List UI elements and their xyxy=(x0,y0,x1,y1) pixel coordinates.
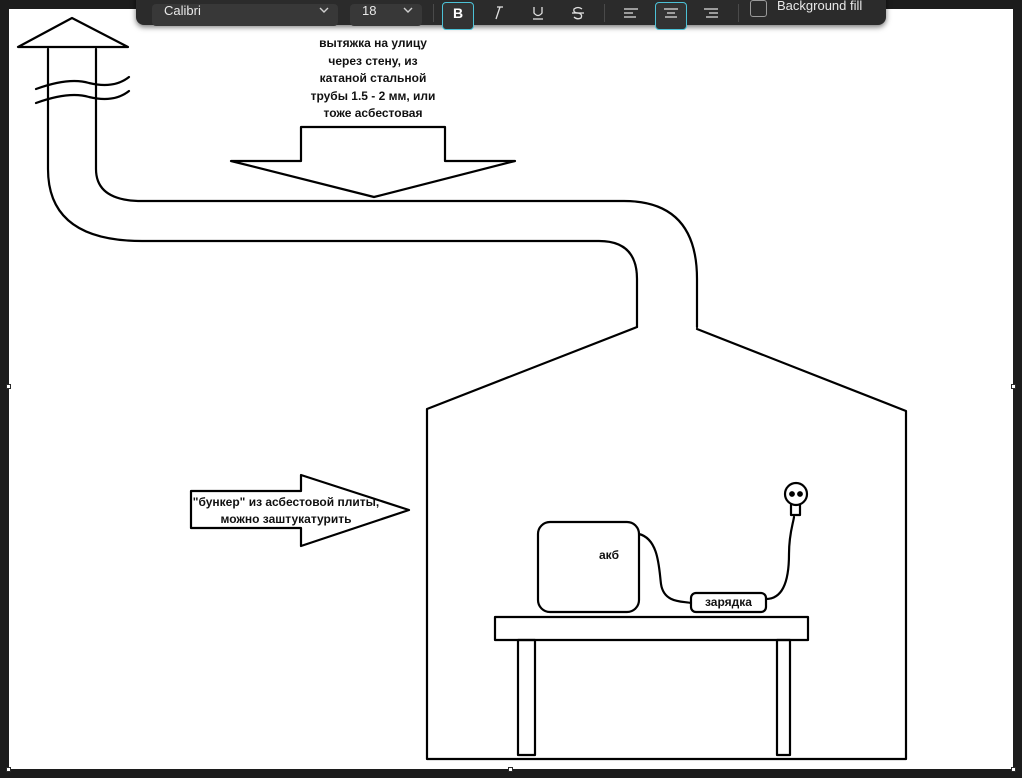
exhaust-note: вытяжка на улицу через стену, из катаной… xyxy=(310,36,436,120)
svg-text:B: B xyxy=(453,6,463,20)
font-size-value: 18 xyxy=(362,2,377,18)
strikethrough-button[interactable] xyxy=(562,2,594,30)
bunker-roof xyxy=(425,325,908,761)
toolbar-separator xyxy=(433,4,434,22)
table-leg-right xyxy=(775,638,792,757)
exhaust-arrow xyxy=(229,125,517,199)
align-center-icon xyxy=(664,8,678,18)
underline-button[interactable] xyxy=(522,2,554,30)
bunker-note: "бункер" из асбестовой плиты, можно зашт… xyxy=(192,495,380,526)
battery-label: акб xyxy=(599,548,620,562)
pipe-break-mark xyxy=(34,75,131,91)
resize-handle-bottom-right[interactable] xyxy=(1011,767,1016,772)
italic-button[interactable] xyxy=(482,2,514,30)
italic-icon xyxy=(495,6,503,20)
battery-cable xyxy=(637,532,693,605)
plug-body xyxy=(789,503,802,517)
chevron-down-icon xyxy=(319,7,329,13)
bold-icon: B xyxy=(453,6,463,20)
background-fill-checkbox[interactable] xyxy=(750,0,767,17)
font-family-select[interactable]: Calibri xyxy=(152,2,338,26)
chevron-down-icon xyxy=(403,7,413,13)
charger-label: зарядка xyxy=(705,595,752,609)
font-family-value: Calibri xyxy=(164,2,201,18)
sketch-drawing xyxy=(16,16,908,761)
toolbar-separator xyxy=(604,4,605,22)
table-top xyxy=(493,615,810,642)
socket-circle xyxy=(783,481,809,507)
align-left-icon xyxy=(624,8,638,18)
strikethrough-icon xyxy=(572,6,584,20)
background-fill-label: Background fill xyxy=(777,0,863,13)
pipe-break-mark xyxy=(34,89,131,105)
text-format-toolbar: Calibri 18 B Background fill xyxy=(136,0,886,30)
align-left-button[interactable] xyxy=(615,2,647,30)
align-center-button[interactable] xyxy=(655,2,687,30)
align-right-button[interactable] xyxy=(695,2,727,30)
resize-handle-bottom[interactable] xyxy=(508,767,513,772)
chimney-cap xyxy=(16,16,130,49)
charger-cable xyxy=(764,515,796,601)
resize-handle-right[interactable] xyxy=(1011,384,1016,389)
drawing-canvas[interactable]: вытяжка на улицу через стену, из катаной… xyxy=(9,9,1013,769)
socket-hole xyxy=(789,491,795,497)
socket-hole xyxy=(797,491,803,497)
font-size-select[interactable]: 18 xyxy=(350,2,422,26)
table-leg-left xyxy=(516,638,537,757)
underline-icon xyxy=(533,7,543,20)
resize-handle-bottom-left[interactable] xyxy=(6,767,11,772)
toolbar-separator xyxy=(738,4,739,22)
battery-box xyxy=(536,520,641,614)
resize-handle-left[interactable] xyxy=(6,384,11,389)
align-right-icon xyxy=(704,8,718,18)
bold-button[interactable]: B xyxy=(442,2,474,30)
